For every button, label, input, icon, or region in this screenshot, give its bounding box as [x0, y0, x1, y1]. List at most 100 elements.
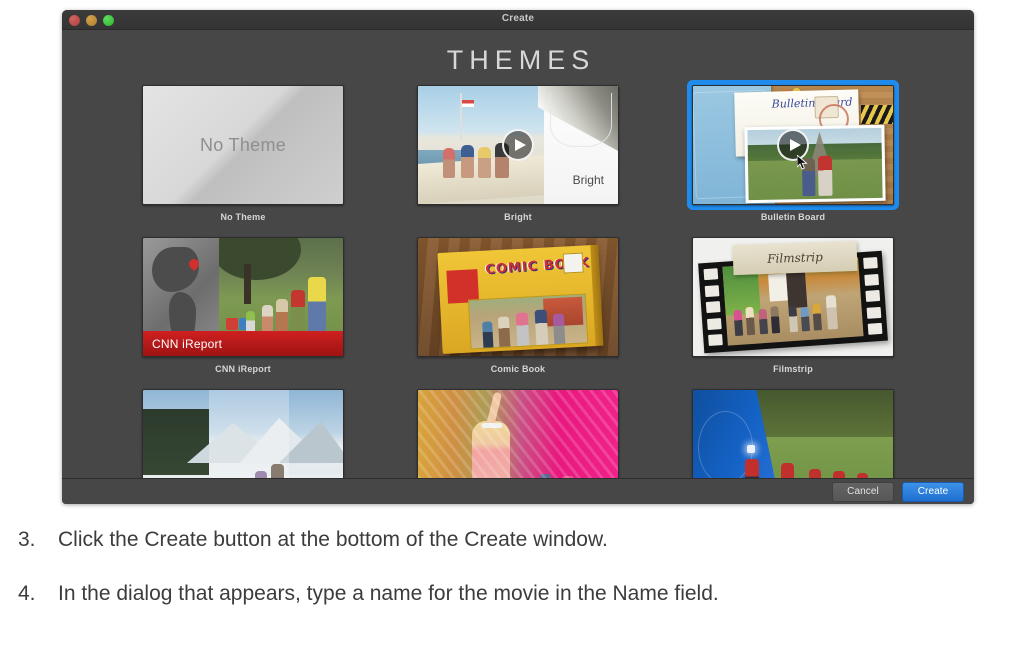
cnn-thumb-text: CNN iReport [152, 336, 223, 351]
theme-thumb-wrap: Filmstrip [692, 237, 894, 357]
step-number: 4. [18, 582, 36, 605]
cnn-bucket [226, 318, 239, 331]
filmstrip-person [770, 305, 780, 334]
theme-tile-bulletin-board[interactable]: Bulletin Board Bulletin Board [692, 85, 894, 222]
bright-flag [462, 100, 475, 108]
comic-person [515, 312, 530, 347]
festive-art [418, 390, 618, 478]
theme-thumb-wrap [692, 389, 894, 478]
theme-thumb-wrap: Bright [417, 85, 619, 205]
theme-thumb-wrap [142, 389, 344, 478]
cnn-tree-canopy [219, 238, 301, 281]
festive-stripe-overlay [418, 390, 618, 478]
comic-person [481, 321, 494, 348]
theme-tile-bright[interactable]: Bright Bright [417, 85, 619, 222]
instruction-step-3: 3. Click the Create button at the bottom… [0, 528, 1024, 552]
no-theme-thumb-text: No Theme [199, 134, 287, 155]
bright-person [443, 148, 456, 179]
cnn-person [290, 289, 305, 335]
comic-person [553, 313, 566, 345]
news-highlight-dot [747, 445, 755, 454]
theme-thumbnail-bright: Bright [417, 85, 619, 205]
instruction-list: 3. Click the Create button at the bottom… [0, 528, 1024, 636]
theme-label-bulletin-board: Bulletin Board [760, 212, 826, 222]
bulletin-person [817, 155, 833, 196]
theme-label-cnn-ireport: CNN iReport [215, 364, 271, 374]
theme-thumb-wrap [417, 389, 619, 478]
comic-photo-panel [467, 292, 588, 350]
cnn-tree-trunk [243, 263, 251, 305]
theme-thumb-wrap: COMIC BOOK [417, 237, 619, 357]
album-light-overlay [209, 390, 289, 478]
news-person [781, 463, 794, 478]
theme-thumb-wrap: No Theme [142, 85, 344, 205]
theme-tile-filmstrip[interactable]: Filmstrip Filmstrip [692, 237, 894, 374]
cnn-ireport-art: CNN iReport [143, 238, 343, 356]
filmstrip-art: Filmstrip [693, 238, 893, 356]
comic-logo-badge [562, 252, 584, 274]
create-button[interactable]: Create [902, 481, 964, 502]
photo-album-art [143, 390, 343, 478]
news-art [693, 390, 893, 478]
theme-thumbnail-news [692, 389, 894, 478]
filmstrip-person [825, 294, 838, 330]
theme-thumbnail-filmstrip: Filmstrip [692, 237, 894, 357]
cnn-person [308, 276, 327, 335]
theme-label-bright: Bright [504, 212, 532, 222]
cnn-banner: CNN iReport [143, 331, 343, 356]
theme-thumbnail-bulletin-board: Bulletin Board [692, 85, 894, 205]
theme-thumbnail-comic-book: COMIC BOOK [417, 237, 619, 357]
bright-thumb-text: Bright [572, 173, 604, 188]
bright-rigging [550, 93, 612, 148]
cancel-button[interactable]: Cancel [832, 481, 894, 502]
comic-person [497, 316, 511, 348]
cnn-person [276, 298, 289, 335]
theme-tile-comic-book[interactable]: COMIC BOOK Comic Book [417, 237, 619, 374]
theme-label-filmstrip: Filmstrip [773, 364, 813, 374]
page-root: Create THEMES No Theme No Theme Bright B… [0, 0, 1024, 648]
bulletin-photo-card [744, 124, 886, 203]
filmstrip-person [787, 305, 798, 333]
theme-thumbnail-photo-album [142, 389, 344, 478]
news-person [745, 459, 759, 478]
news-person [833, 471, 845, 478]
window-bottom-bar: Cancel Create [62, 479, 974, 504]
step-text: In the dialog that appears, type a name … [58, 582, 719, 605]
comic-person [534, 309, 549, 346]
theme-tile-news[interactable] [692, 389, 894, 478]
filmstrip-title-banner: Filmstrip [732, 240, 858, 275]
bright-person [460, 145, 474, 179]
theme-tile-photo-album[interactable] [142, 389, 344, 478]
window-titlebar: Create [62, 10, 974, 30]
cursor-arrow-icon [797, 155, 808, 170]
news-person [809, 469, 821, 478]
theme-thumb-wrap: CNN iReport [142, 237, 344, 357]
comic-book-spine [590, 244, 604, 347]
bulletin-airmail-stripes [861, 104, 893, 124]
comic-book-cover: COMIC BOOK [437, 244, 604, 355]
theme-tile-no-theme[interactable]: No Theme No Theme [142, 85, 344, 222]
create-window: Create THEMES No Theme No Theme Bright B… [62, 10, 974, 504]
theme-thumbnail-cnn-ireport: CNN iReport [142, 237, 344, 357]
theme-label-no-theme: No Theme [220, 212, 266, 222]
theme-tile-festive[interactable] [417, 389, 619, 478]
play-icon[interactable] [502, 129, 534, 161]
step-number: 3. [18, 528, 36, 551]
bright-person [478, 147, 492, 179]
filmstrip-thumb-text: Filmstrip [766, 249, 824, 266]
theme-thumb-wrap-selected: Bulletin Board [692, 85, 894, 205]
filmstrip-person [800, 306, 810, 332]
themes-heading: THEMES [446, 45, 596, 75]
theme-thumbnail-no-theme: No Theme [142, 85, 344, 205]
window-title: Create [501, 13, 535, 24]
comic-book-art: COMIC BOOK [418, 238, 618, 356]
theme-label-comic-book: Comic Book [490, 364, 546, 374]
bulletin-photo-image [747, 127, 883, 200]
themes-scroll-area[interactable]: No Theme No Theme Bright Bright Bulletin… [62, 77, 974, 478]
comic-red-box [446, 268, 480, 304]
filmstrip-person [758, 308, 768, 335]
theme-tile-cnn-ireport[interactable]: CNN iReport CNN iReport [142, 237, 344, 374]
no-theme-art: No Theme [143, 86, 343, 204]
filmstrip-person [812, 302, 823, 331]
filmstrip-whiteboard [767, 273, 788, 302]
